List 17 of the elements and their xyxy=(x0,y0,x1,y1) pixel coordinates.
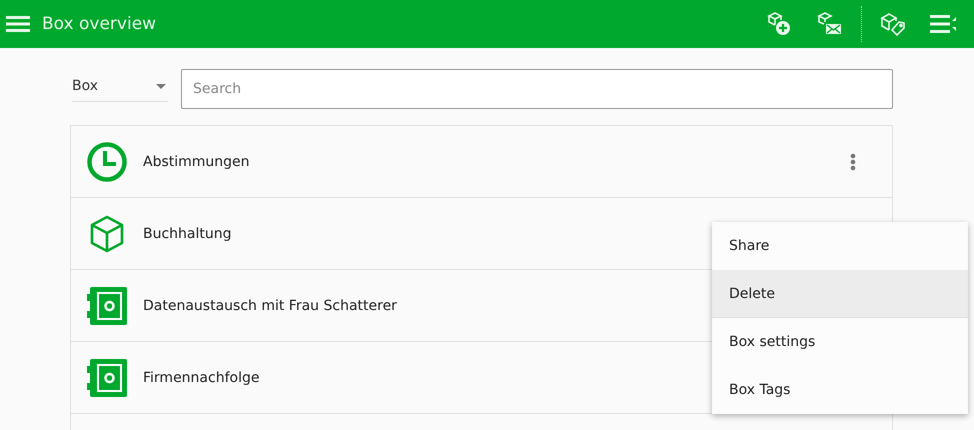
menu-item[interactable]: Delete xyxy=(712,270,968,318)
box-name: Firmennachfolge xyxy=(143,370,260,386)
type-select[interactable]: Box xyxy=(72,76,168,102)
safe-icon xyxy=(86,356,128,398)
box-name: Datenaustausch mit Frau Schatterer xyxy=(143,298,398,314)
menu-icon[interactable] xyxy=(6,15,30,33)
caret-icon xyxy=(156,84,166,89)
box-name: Abstimmungen xyxy=(143,154,251,170)
app-title: Box overview xyxy=(42,14,156,34)
box-name: Buchhaltung xyxy=(143,226,233,242)
tag-box-icon[interactable] xyxy=(879,10,907,38)
clock-icon xyxy=(86,140,128,182)
search-field[interactable]: Search xyxy=(181,69,893,109)
box-row[interactable]: Abstimmungen xyxy=(71,126,892,198)
list-sort-icon[interactable] xyxy=(929,12,959,36)
safe-icon xyxy=(86,284,128,326)
more-icon[interactable] xyxy=(850,152,856,170)
